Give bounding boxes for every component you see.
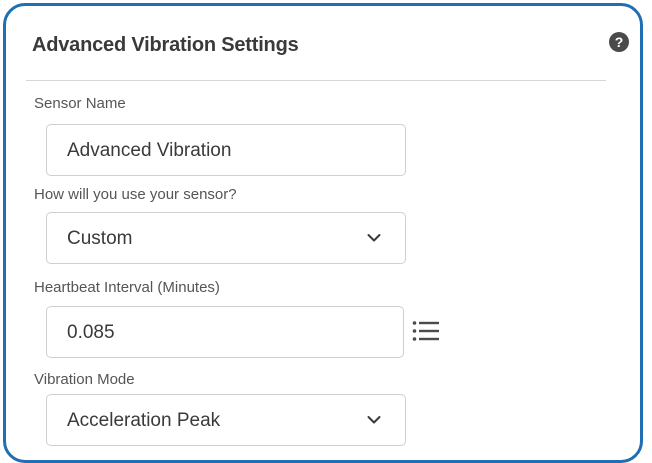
usage-select[interactable]: Custom bbox=[46, 212, 406, 264]
sensor-name-label: Sensor Name bbox=[34, 95, 126, 112]
vibration-mode-label: Vibration Mode bbox=[34, 371, 135, 388]
question-circle-icon[interactable]: ? bbox=[609, 32, 629, 52]
panel-header: Advanced Vibration Settings bbox=[26, 30, 606, 81]
panel-title: Advanced Vibration Settings bbox=[32, 34, 299, 56]
sensor-name-value: Advanced Vibration bbox=[67, 140, 232, 161]
list-icon[interactable] bbox=[412, 320, 440, 342]
chevron-down-icon bbox=[367, 234, 381, 242]
heartbeat-input[interactable]: 0.085 bbox=[46, 306, 404, 358]
heartbeat-label: Heartbeat Interval (Minutes) bbox=[34, 279, 220, 296]
chevron-down-icon bbox=[367, 416, 381, 424]
vibration-mode-select[interactable]: Acceleration Peak bbox=[46, 394, 406, 446]
vibration-mode-selected-value: Acceleration Peak bbox=[67, 410, 221, 431]
sensor-name-input[interactable]: Advanced Vibration bbox=[46, 124, 406, 176]
usage-label: How will you use your sensor? bbox=[34, 186, 237, 203]
heartbeat-value: 0.085 bbox=[67, 322, 115, 343]
usage-selected-value: Custom bbox=[67, 228, 133, 249]
